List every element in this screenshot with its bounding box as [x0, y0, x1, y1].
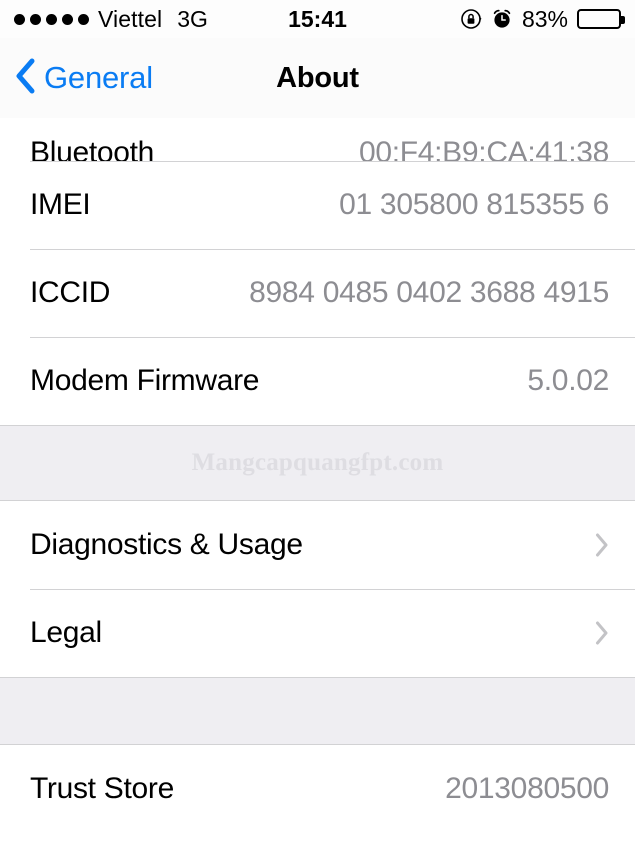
- row-label: Diagnostics & Usage: [30, 528, 303, 561]
- alarm-clock-icon: [491, 8, 513, 30]
- carrier-name: Viettel: [98, 5, 163, 32]
- table-row-imei[interactable]: IMEI 01 305800 815355 6: [0, 161, 635, 249]
- row-value: 01 305800 815355 6: [339, 188, 609, 221]
- chevron-right-icon: [595, 533, 609, 557]
- row-value: 5.0.02: [527, 364, 609, 397]
- row-label: Trust Store: [30, 772, 174, 805]
- navigation-bar: General About: [0, 38, 635, 118]
- settings-table: Bluetooth 00:F4:B9:CA:41:38 IMEI 01 3058…: [0, 118, 635, 833]
- section-trust: Trust Store 2013080500: [0, 745, 635, 833]
- back-button-label: General: [44, 60, 153, 95]
- row-label: Legal: [30, 616, 102, 649]
- row-value: 8984 0485 0402 3688 4915: [249, 276, 609, 309]
- row-label: ICCID: [30, 276, 111, 309]
- section-separator-watermark: Mangcapquangfpt.com: [0, 425, 635, 501]
- row-label: Modem Firmware: [30, 364, 260, 397]
- section-links: Diagnostics & Usage Legal: [0, 501, 635, 677]
- chevron-right-icon: [595, 621, 609, 645]
- battery-percent-label: 83%: [521, 5, 568, 32]
- rotation-lock-icon: [460, 8, 482, 30]
- section-separator-plain: [0, 677, 635, 745]
- battery-icon: [577, 9, 625, 29]
- status-bar-right: 83%: [460, 5, 625, 33]
- table-row-diagnostics-and-usage[interactable]: Diagnostics & Usage: [0, 501, 635, 589]
- table-row-legal[interactable]: Legal: [0, 589, 635, 677]
- status-bar: Viettel 3G 15:41 83%: [0, 0, 635, 38]
- network-type: 3G: [177, 5, 208, 32]
- table-row-modem-firmware[interactable]: Modem Firmware 5.0.02: [0, 337, 635, 425]
- signal-strength-icon: [14, 13, 89, 25]
- row-value: 2013080500: [445, 772, 609, 805]
- table-row-trust-store[interactable]: Trust Store 2013080500: [0, 745, 635, 833]
- section-device-identifiers: Bluetooth 00:F4:B9:CA:41:38 IMEI 01 3058…: [0, 118, 635, 425]
- back-button[interactable]: General: [14, 57, 153, 100]
- site-watermark: Mangcapquangfpt.com: [191, 449, 444, 476]
- chevron-left-icon: [14, 57, 36, 100]
- status-bar-left: Viettel 3G: [14, 6, 208, 33]
- row-label: IMEI: [30, 188, 91, 221]
- table-row-iccid[interactable]: ICCID 8984 0485 0402 3688 4915: [0, 249, 635, 337]
- table-row-bluetooth[interactable]: Bluetooth 00:F4:B9:CA:41:38: [0, 118, 635, 169]
